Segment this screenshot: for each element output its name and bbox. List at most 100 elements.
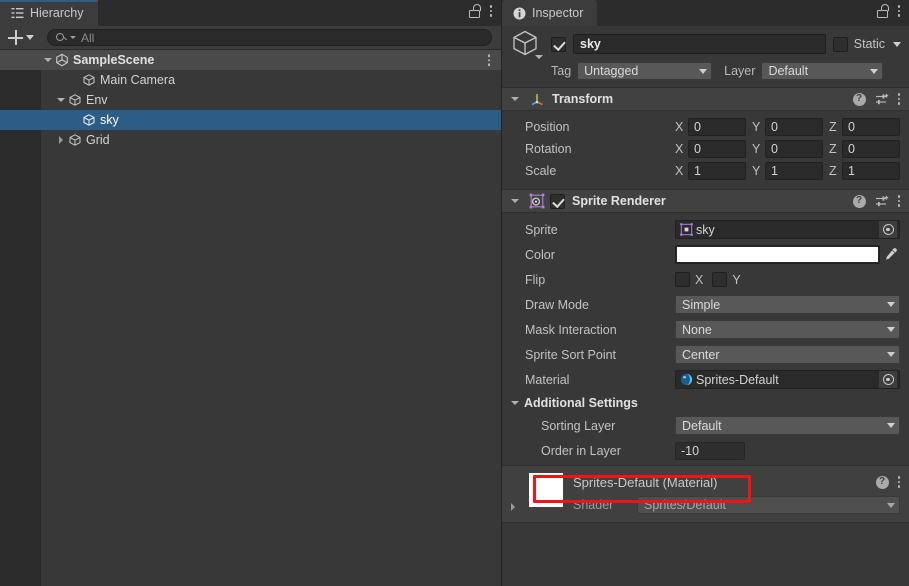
layer-dropdown[interactable]: Default [761, 62, 884, 80]
hierarchy-icon [10, 6, 24, 20]
static-control[interactable]: Static [832, 36, 901, 52]
transform-position-row: Position X 0 Y 0 Z 0 [511, 116, 900, 138]
tag-dropdown[interactable]: Untagged [577, 62, 713, 80]
material-object-picker-icon[interactable] [878, 371, 897, 388]
axis-z-label: Z [829, 164, 837, 178]
chevron-down-icon [887, 302, 895, 307]
tree-row-sky[interactable]: sky [0, 110, 501, 130]
gameobject-enabled-checkbox[interactable] [551, 36, 566, 52]
hierarchy-search-input[interactable]: All [47, 29, 492, 46]
flip-y-checkbox[interactable] [712, 272, 728, 287]
layer-value: Default [768, 64, 809, 78]
axis-y-label: Y [752, 164, 761, 178]
draw-mode-dropdown[interactable]: Simple [675, 295, 900, 314]
chevron-down-icon [44, 58, 52, 62]
scale-z-input[interactable]: 1 [842, 162, 900, 180]
transform-component-header[interactable]: Transform ? [502, 87, 909, 111]
gameobject-header: sky Static Tag Untagged Layer Default [502, 26, 909, 87]
material-object-field[interactable]: Sprites-Default [675, 370, 900, 389]
lock-icon[interactable] [876, 4, 889, 18]
hierarchy-tabbar: Hierarchy [0, 0, 501, 26]
preset-icon[interactable] [875, 93, 889, 106]
material-menu-icon[interactable] [897, 476, 900, 488]
scene-context-menu-icon[interactable] [487, 54, 490, 66]
tree-row-grid[interactable]: Grid [0, 130, 501, 150]
shader-dropdown[interactable]: Sprites/Default [637, 496, 900, 514]
help-icon[interactable]: ? [852, 194, 866, 208]
tree-row-samplescene[interactable]: SampleScene [0, 50, 501, 70]
static-checkbox[interactable] [832, 36, 848, 52]
sorting-layer-dropdown[interactable]: Default [675, 416, 900, 435]
hierarchy-tab-icons [468, 0, 502, 26]
panel-menu-icon[interactable] [489, 5, 492, 17]
lock-icon[interactable] [468, 4, 481, 18]
scale-x-input[interactable]: 1 [688, 162, 746, 180]
gameobject-cube-icon [68, 133, 82, 147]
preset-icon[interactable] [875, 195, 889, 208]
rotation-y: Y 0 [752, 140, 823, 158]
add-gameobject-button[interactable] [6, 30, 36, 45]
rotation-label: Rotation [525, 142, 572, 156]
material-shader-row: Shader Sprites/Default [573, 496, 900, 514]
sprite-renderer-enabled-checkbox[interactable] [550, 193, 565, 209]
tab-hierarchy[interactable]: Hierarchy [0, 0, 99, 26]
material-preview-block: Sprites-Default (Material) ? Shader Spri… [502, 465, 909, 522]
chevron-down-icon [511, 199, 519, 203]
tab-inspector[interactable]: Inspector [502, 0, 599, 26]
rotation-x-input[interactable]: 0 [688, 140, 746, 158]
axis-x-label: X [675, 142, 684, 156]
tree-row-main-camera[interactable]: Main Camera [0, 70, 501, 90]
foldout-env[interactable] [54, 98, 68, 102]
color-row: Color [511, 242, 900, 267]
sprite-object-field[interactable]: sky [675, 220, 900, 239]
scale-y-input[interactable]: 1 [765, 162, 823, 180]
color-field[interactable] [675, 245, 880, 264]
sprite-renderer-menu-icon[interactable] [897, 195, 900, 207]
rotation-z-input[interactable]: 0 [842, 140, 900, 158]
axis-y-label: Y [752, 120, 761, 134]
chevron-down-icon [511, 400, 519, 405]
transform-rotation-row: Rotation X 0 Y 0 Z 0 [511, 138, 900, 160]
order-in-layer-label: Order in Layer [541, 443, 621, 458]
chevron-down-icon [535, 55, 543, 59]
position-y-input[interactable]: 0 [765, 118, 823, 136]
hierarchy-toolbar: All [0, 26, 501, 50]
unity-editor-window: Hierarchy All SampleScene Main Camera En… [0, 0, 909, 586]
sprite-sort-point-dropdown[interactable]: Center [675, 345, 900, 364]
static-chevron-down-icon[interactable] [893, 41, 901, 47]
sprite-object-picker-icon[interactable] [878, 221, 897, 238]
sorting-layer-label: Sorting Layer [541, 418, 616, 433]
foldout-samplescene[interactable] [41, 58, 55, 62]
gameobject-cube-icon[interactable] [510, 29, 544, 59]
order-in-layer-input[interactable]: -10 [675, 441, 745, 460]
help-icon[interactable]: ? [875, 475, 889, 489]
foldout-grid[interactable] [54, 136, 68, 144]
flip-x-checkbox[interactable] [675, 272, 690, 287]
position-z-input[interactable]: 0 [842, 118, 900, 136]
chevron-down-icon [887, 327, 895, 332]
position-x-input[interactable]: 0 [688, 118, 746, 136]
material-sphere-icon [680, 373, 693, 386]
search-icon [56, 32, 68, 43]
info-circle-icon [512, 6, 526, 20]
additional-settings-foldout[interactable]: Additional Settings [511, 392, 900, 413]
color-swatch[interactable] [677, 247, 878, 262]
eyedropper-icon[interactable] [880, 247, 900, 262]
search-filter-chevron-icon[interactable] [70, 36, 76, 39]
help-icon[interactable]: ? [852, 92, 866, 106]
scale-z: Z 1 [829, 162, 900, 180]
gameobject-name-input[interactable]: sky [573, 34, 826, 54]
transform-menu-icon[interactable] [897, 93, 900, 105]
mask-interaction-dropdown[interactable]: None [675, 320, 900, 339]
position-vector3: X 0 Y 0 Z 0 [675, 118, 900, 136]
tag-label: Tag [551, 64, 572, 78]
sprite-renderer-foldout[interactable] [511, 199, 522, 203]
transform-foldout[interactable] [511, 97, 522, 101]
rotation-y-input[interactable]: 0 [765, 140, 823, 158]
sprite-renderer-component-header[interactable]: Sprite Renderer ? [502, 189, 909, 213]
panel-menu-icon[interactable] [897, 5, 900, 17]
shader-value: Sprites/Default [644, 498, 726, 512]
material-preview-foldout[interactable] [511, 473, 529, 514]
tree-row-env[interactable]: Env [0, 90, 501, 110]
hierarchy-search-placeholder: All [81, 30, 95, 45]
